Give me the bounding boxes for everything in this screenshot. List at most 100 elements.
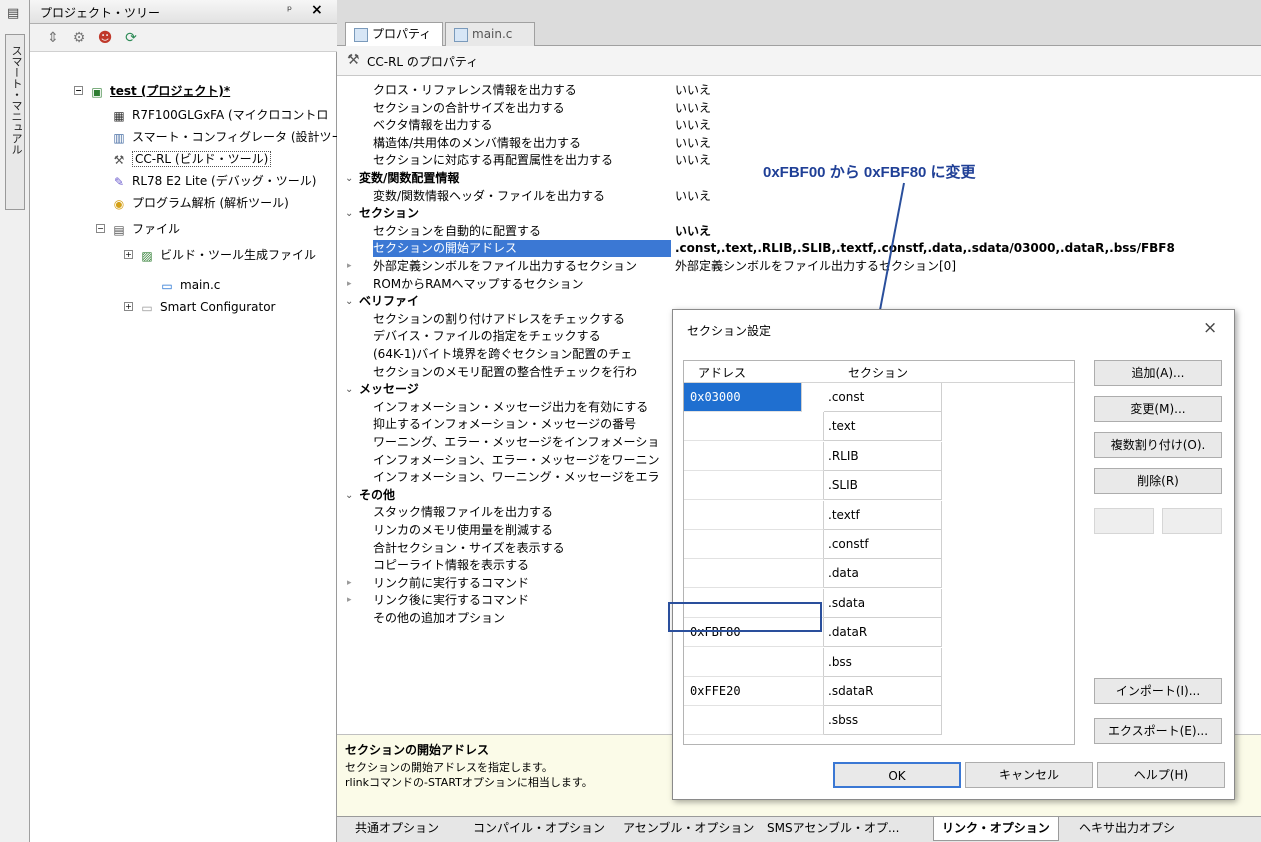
property-value[interactable]: いいえ xyxy=(675,188,711,205)
tree-node-main-c[interactable]: ▭ main.c xyxy=(158,274,220,296)
chevron-down-icon[interactable]: ⌄ xyxy=(345,381,353,398)
section-row[interactable]: .text xyxy=(684,412,944,441)
section-cell[interactable]: .sdata xyxy=(824,589,942,618)
export-button[interactable]: エクスポート(E)... xyxy=(1094,718,1222,744)
tab-link-options[interactable]: リンク・オプション xyxy=(933,817,1059,841)
address-cell[interactable] xyxy=(684,559,824,588)
pin-icon[interactable]: ᵖ xyxy=(287,3,292,17)
address-cell[interactable] xyxy=(684,706,824,735)
manual-icon[interactable]: ▤ xyxy=(7,6,23,24)
property-row[interactable]: セクションの合計サイズを出力する いいえ xyxy=(337,100,1261,117)
expand-arrow-icon[interactable]: ▸ xyxy=(347,276,352,293)
tab-common-options[interactable]: 共通オプション xyxy=(347,817,447,841)
tab-assemble-options[interactable]: アセンブル・オプション xyxy=(615,817,762,841)
property-row[interactable]: 構造体/共用体のメンバ情報を出力する いいえ xyxy=(337,135,1261,152)
close-icon[interactable]: × xyxy=(1203,318,1217,338)
expand-icon[interactable]: ⇕ xyxy=(44,29,62,47)
section-row[interactable]: .bss xyxy=(684,648,944,677)
property-value[interactable]: いいえ xyxy=(675,100,711,117)
ok-button[interactable]: OK xyxy=(833,762,961,788)
section-row[interactable]: .data xyxy=(684,559,944,588)
section-cell[interactable]: .const xyxy=(824,383,942,412)
property-row[interactable]: セクションの開始アドレス .const,.text,.RLIB,.SLIB,.te… xyxy=(337,240,1261,257)
tab-compile-options[interactable]: コンパイル・オプション xyxy=(465,817,613,841)
change-button[interactable]: 変更(M)... xyxy=(1094,396,1222,422)
address-cell[interactable] xyxy=(684,648,824,677)
property-category[interactable]: ⌄ ベリファイ xyxy=(337,293,1261,310)
tab-properties[interactable]: プロパティ xyxy=(345,22,443,46)
settings-icon[interactable]: ⚙ xyxy=(70,29,88,47)
delete-button[interactable]: 削除(R) xyxy=(1094,468,1222,494)
close-icon[interactable]: × xyxy=(311,2,323,18)
tree-node-program-analysis[interactable]: ◉ プログラム解析 (解析ツール) xyxy=(110,192,289,214)
section-row[interactable]: .RLIB xyxy=(684,442,944,471)
address-cell[interactable]: 0xFFE20 xyxy=(684,677,824,706)
property-value[interactable]: .const,.text,.RLIB,.SLIB,.textf,.constf,… xyxy=(675,240,1175,257)
section-cell[interactable]: .sdataR xyxy=(824,677,942,706)
section-row[interactable]: .constf xyxy=(684,530,944,559)
section-row[interactable]: .sbss xyxy=(684,706,944,735)
property-value[interactable]: いいえ xyxy=(675,223,711,240)
section-row[interactable]: 0xFFE20 .sdataR xyxy=(684,677,944,706)
section-cell[interactable]: .constf xyxy=(824,530,942,559)
tree-node-build-tool[interactable]: ⚒ CC-RL (ビルド・ツール) xyxy=(110,148,272,170)
section-cell[interactable]: .textf xyxy=(824,501,942,530)
property-value[interactable]: いいえ xyxy=(675,135,711,152)
address-cell[interactable] xyxy=(684,501,824,530)
section-row[interactable]: .SLIB xyxy=(684,471,944,500)
property-row[interactable]: 変数/関数情報ヘッダ・ファイルを出力する いいえ xyxy=(337,188,1261,205)
section-cell[interactable]: .sbss xyxy=(824,706,942,735)
cancel-button[interactable]: キャンセル xyxy=(965,762,1093,788)
section-cell[interactable]: .dataR xyxy=(824,618,942,647)
address-cell[interactable] xyxy=(684,530,824,559)
property-row[interactable]: ベクタ情報を出力する いいえ xyxy=(337,117,1261,134)
tree-node-smart-configurator-folder[interactable]: + ▭ Smart Configurator xyxy=(124,296,276,318)
expand-node-icon[interactable]: + xyxy=(124,302,133,311)
chevron-down-icon[interactable]: ⌄ xyxy=(345,170,353,187)
property-value[interactable]: いいえ xyxy=(675,152,711,169)
property-value[interactable]: 外部定義シンボルをファイル出力するセクション[0] xyxy=(675,258,956,275)
section-cell[interactable]: .SLIB xyxy=(824,471,942,500)
address-cell[interactable] xyxy=(684,412,824,441)
expand-arrow-icon[interactable]: ▸ xyxy=(347,575,352,592)
property-value[interactable]: いいえ xyxy=(675,117,711,134)
chevron-down-icon[interactable]: ⌄ xyxy=(345,205,353,222)
tab-hex-output-options[interactable]: ヘキサ出力オプシ xyxy=(1071,817,1183,841)
chevron-down-icon[interactable]: ⌄ xyxy=(345,293,353,310)
tree-node-project[interactable]: − ▣ test (プロジェクト)* xyxy=(74,80,230,102)
tree-node-debug-tool[interactable]: ✎ RL78 E2 Lite (デバッグ・ツール) xyxy=(110,170,316,192)
tab-main-c[interactable]: main.c xyxy=(445,22,535,46)
property-value[interactable]: いいえ xyxy=(675,82,711,99)
add-button[interactable]: 追加(A)... xyxy=(1094,360,1222,386)
address-cell[interactable] xyxy=(684,471,824,500)
section-row[interactable]: .textf xyxy=(684,501,944,530)
expand-node-icon[interactable]: + xyxy=(124,250,133,259)
import-button[interactable]: インポート(I)... xyxy=(1094,678,1222,704)
tab-sms-assemble-options[interactable]: SMSアセンブル・オプ... xyxy=(759,817,907,841)
property-row[interactable]: セクションを自動的に配置する いいえ xyxy=(337,223,1261,240)
section-table[interactable]: アドレス セクション 0x03000 .const .text .RLIB .SLIB.… xyxy=(683,360,1075,745)
tree-node-microcontroller[interactable]: ▦ R7F100GLGxFA (マイクロコントロ xyxy=(110,104,328,126)
multi-assign-button[interactable]: 複数割り付け(O). xyxy=(1094,432,1222,458)
property-row[interactable]: ▸ 外部定義シンボルをファイル出力するセクション 外部定義シンボルをファイル出力する… xyxy=(337,258,1261,275)
refresh-icon[interactable]: ⟳ xyxy=(122,29,140,47)
tree-node-generated-files[interactable]: + ▨ ビルド・ツール生成ファイル xyxy=(124,244,316,266)
address-cell[interactable] xyxy=(684,442,824,471)
smart-manual-tab[interactable]: スマート・マニュアル xyxy=(5,34,25,210)
section-cell[interactable]: .bss xyxy=(824,648,942,677)
property-row[interactable]: クロス・リファレンス情報を出力する いいえ xyxy=(337,82,1261,99)
section-row[interactable]: 0x03000 .const xyxy=(684,383,944,412)
collapse-icon[interactable]: − xyxy=(74,86,83,95)
section-cell[interactable]: .RLIB xyxy=(824,442,942,471)
property-row[interactable]: ▸ ROMからRAMへマップするセクション xyxy=(337,276,1261,293)
section-cell[interactable]: .data xyxy=(824,559,942,588)
expand-arrow-icon[interactable]: ▸ xyxy=(347,258,352,275)
chevron-down-icon[interactable]: ⌄ xyxy=(345,487,353,504)
user-icon[interactable]: ☻ xyxy=(96,29,114,47)
property-category[interactable]: ⌄ セクション xyxy=(337,205,1261,222)
expand-arrow-icon[interactable]: ▸ xyxy=(347,592,352,609)
section-cell[interactable]: .text xyxy=(824,412,942,441)
tree-node-smart-configurator[interactable]: ▥ スマート・コンフィグレータ (設計ツー xyxy=(110,126,343,148)
help-button[interactable]: ヘルプ(H) xyxy=(1097,762,1225,788)
tree-node-files[interactable]: − ▤ ファイル xyxy=(96,218,180,240)
